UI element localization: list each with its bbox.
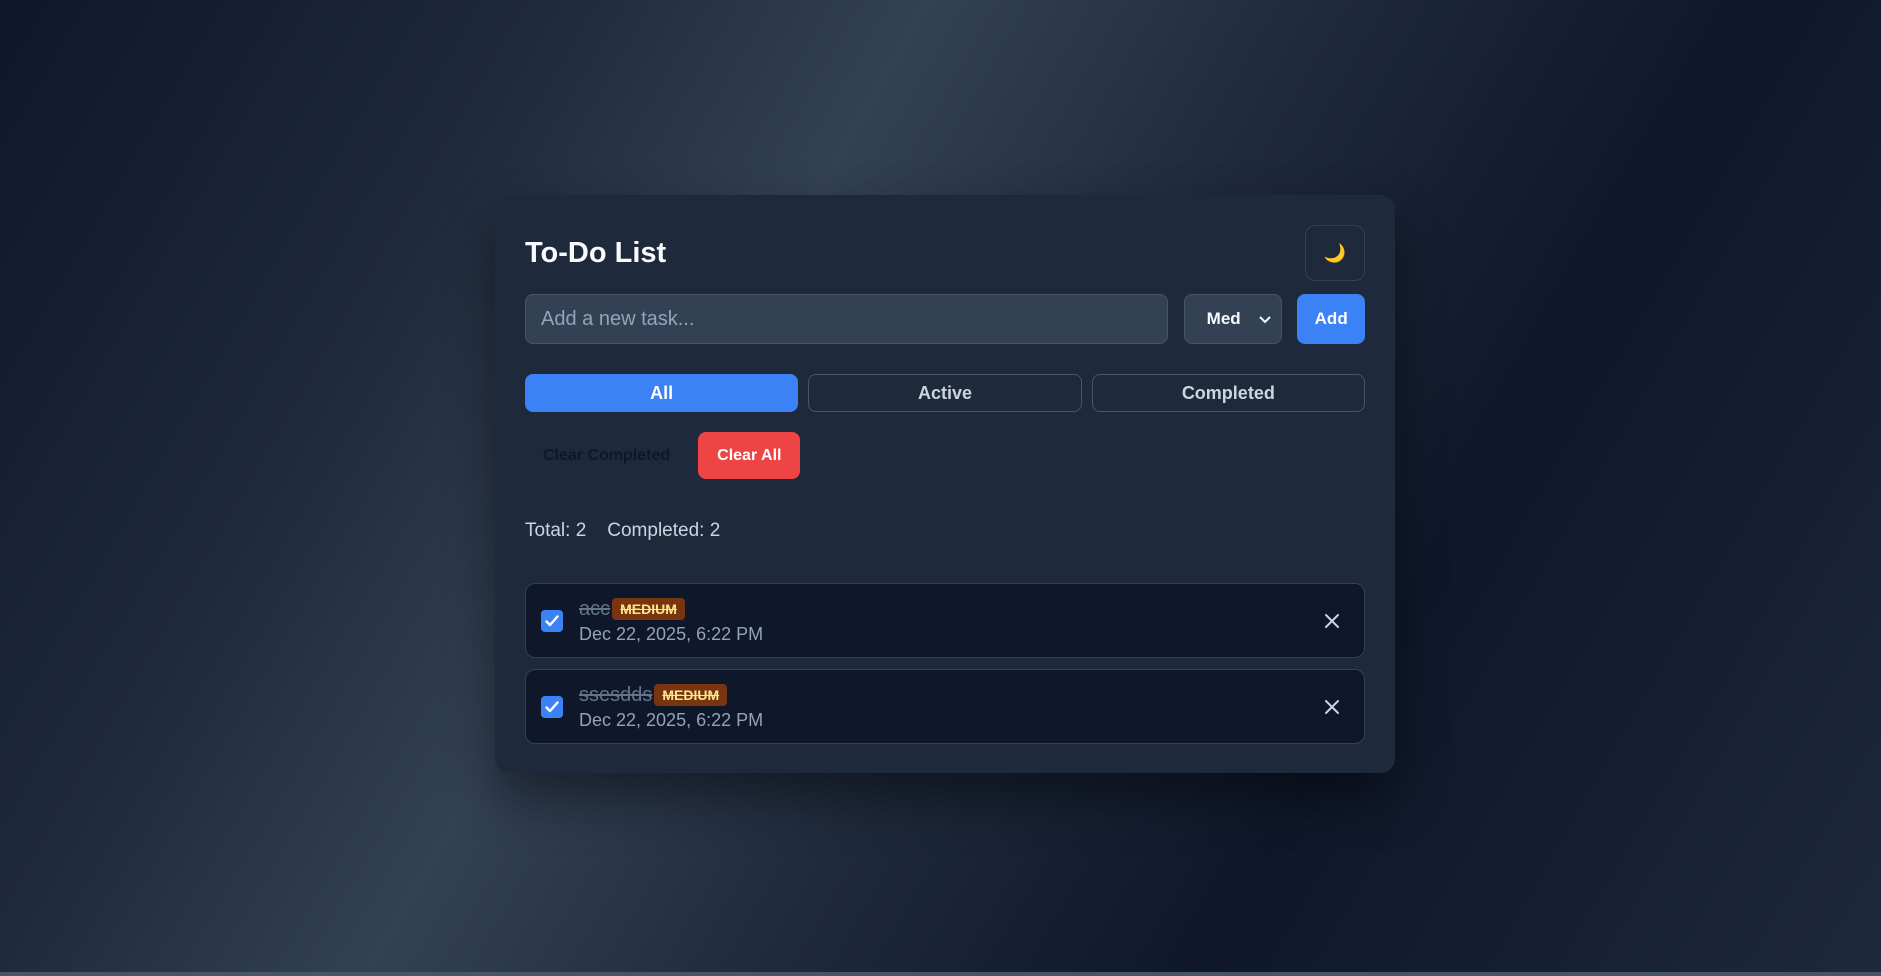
priority-badge: MEDIUM — [654, 684, 728, 706]
task-stats: Total: 2 Completed: 2 — [525, 519, 1365, 543]
theme-toggle-button[interactable]: 🌙 — [1305, 225, 1365, 281]
filter-active[interactable]: Active — [808, 374, 1082, 412]
new-task-row: Med Add — [525, 294, 1365, 344]
task-date: Dec 22, 2025, 6:22 PM — [579, 710, 764, 730]
new-task-input[interactable] — [525, 294, 1168, 344]
add-task-button[interactable]: Add — [1297, 294, 1365, 344]
close-icon — [1325, 699, 1339, 714]
total-count: Total: 2 — [525, 520, 587, 541]
page-title: To-Do List — [525, 236, 667, 269]
check-icon — [545, 700, 559, 712]
delete-task-button[interactable] — [1322, 697, 1342, 717]
filter-tabs: All Active Completed — [525, 374, 1365, 412]
task-item: acc MEDIUM Dec 22, 2025, 6:22 PM — [525, 583, 1365, 658]
task-body: ssesdds MEDIUM Dec 22, 2025, 6:22 PM — [579, 682, 763, 731]
clear-completed-button[interactable]: Clear Completed — [525, 432, 689, 479]
priority-badge: MEDIUM — [612, 598, 685, 620]
filter-all[interactable]: All — [525, 374, 799, 412]
task-text: acc — [579, 597, 611, 620]
task-date: Dec 22, 2025, 6:22 PM — [579, 624, 764, 644]
todo-card: To-Do List 🌙 Med Add All Active Complete… — [495, 195, 1395, 773]
delete-task-button[interactable] — [1322, 611, 1342, 631]
task-checkbox[interactable] — [541, 609, 563, 632]
filter-completed[interactable]: Completed — [1091, 374, 1365, 412]
task-item: ssesdds MEDIUM Dec 22, 2025, 6:22 PM — [525, 669, 1365, 744]
bottom-edge — [0, 972, 1881, 976]
header: To-Do List 🌙 — [525, 225, 1365, 281]
priority-select[interactable]: Med — [1183, 294, 1283, 344]
completed-count: Completed: 2 — [607, 520, 721, 541]
priority-select-value: Med — [1206, 309, 1241, 328]
moon-icon: 🌙 — [1323, 242, 1347, 263]
chevron-down-icon — [1259, 312, 1272, 327]
task-body: acc MEDIUM Dec 22, 2025, 6:22 PM — [579, 596, 763, 645]
check-icon — [545, 614, 559, 626]
bulk-actions: Clear Completed Clear All — [525, 432, 1365, 479]
clear-all-button[interactable]: Clear All — [698, 432, 801, 479]
close-icon — [1325, 613, 1339, 628]
task-text: ssesdds — [579, 683, 653, 706]
task-list: acc MEDIUM Dec 22, 2025, 6:22 PM ssesdds… — [525, 583, 1365, 744]
task-checkbox[interactable] — [541, 695, 563, 718]
